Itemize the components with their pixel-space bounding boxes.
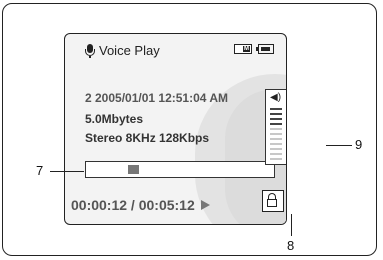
file-info-line: 2 2005/01/01 12:51:04 AM (85, 91, 228, 105)
file-size-line: 5.0Mbytes (85, 112, 144, 126)
volume-bar (270, 143, 282, 145)
callout-volume: 9 (355, 137, 363, 152)
volume-bar (270, 108, 282, 110)
playback-time: 00:00:12 / 00:05:12 (71, 197, 210, 213)
lcd-screen: Voice Play M 2 2005/01/01 12:51:04 AM 5.… (64, 33, 287, 225)
volume-bar (270, 118, 282, 120)
memory-card-icon: M (234, 44, 252, 54)
callout-line-lock (291, 214, 293, 236)
lock-indicator (262, 190, 284, 212)
volume-indicator[interactable]: ◀) (265, 89, 286, 165)
time-readout: 00:00:12 / 00:05:12 (71, 197, 195, 213)
callout-line-volume (326, 145, 352, 147)
battery-icon (256, 44, 274, 54)
format-line: Stereo 8KHz 128Kbps (85, 131, 210, 145)
play-icon (200, 200, 210, 210)
callout-lock: 8 (287, 238, 295, 253)
volume-bar (270, 148, 282, 150)
microphone-icon (85, 43, 95, 58)
volume-bars (270, 108, 282, 163)
volume-bar (270, 113, 282, 115)
progress-bar[interactable] (85, 161, 275, 178)
status-icons: M (234, 44, 274, 54)
title-label: Voice Play (99, 43, 160, 58)
speaker-icon: ◀) (270, 92, 282, 103)
callout-progress: 7 (36, 163, 44, 178)
volume-bar (270, 123, 282, 125)
volume-bar (270, 133, 282, 135)
callout-line-progress (50, 171, 84, 173)
progress-knob[interactable] (128, 165, 139, 174)
volume-bar (270, 128, 282, 130)
volume-bar (270, 153, 282, 155)
screen-title: Voice Play (85, 43, 160, 58)
volume-bar (270, 158, 282, 160)
volume-bar (270, 138, 282, 140)
